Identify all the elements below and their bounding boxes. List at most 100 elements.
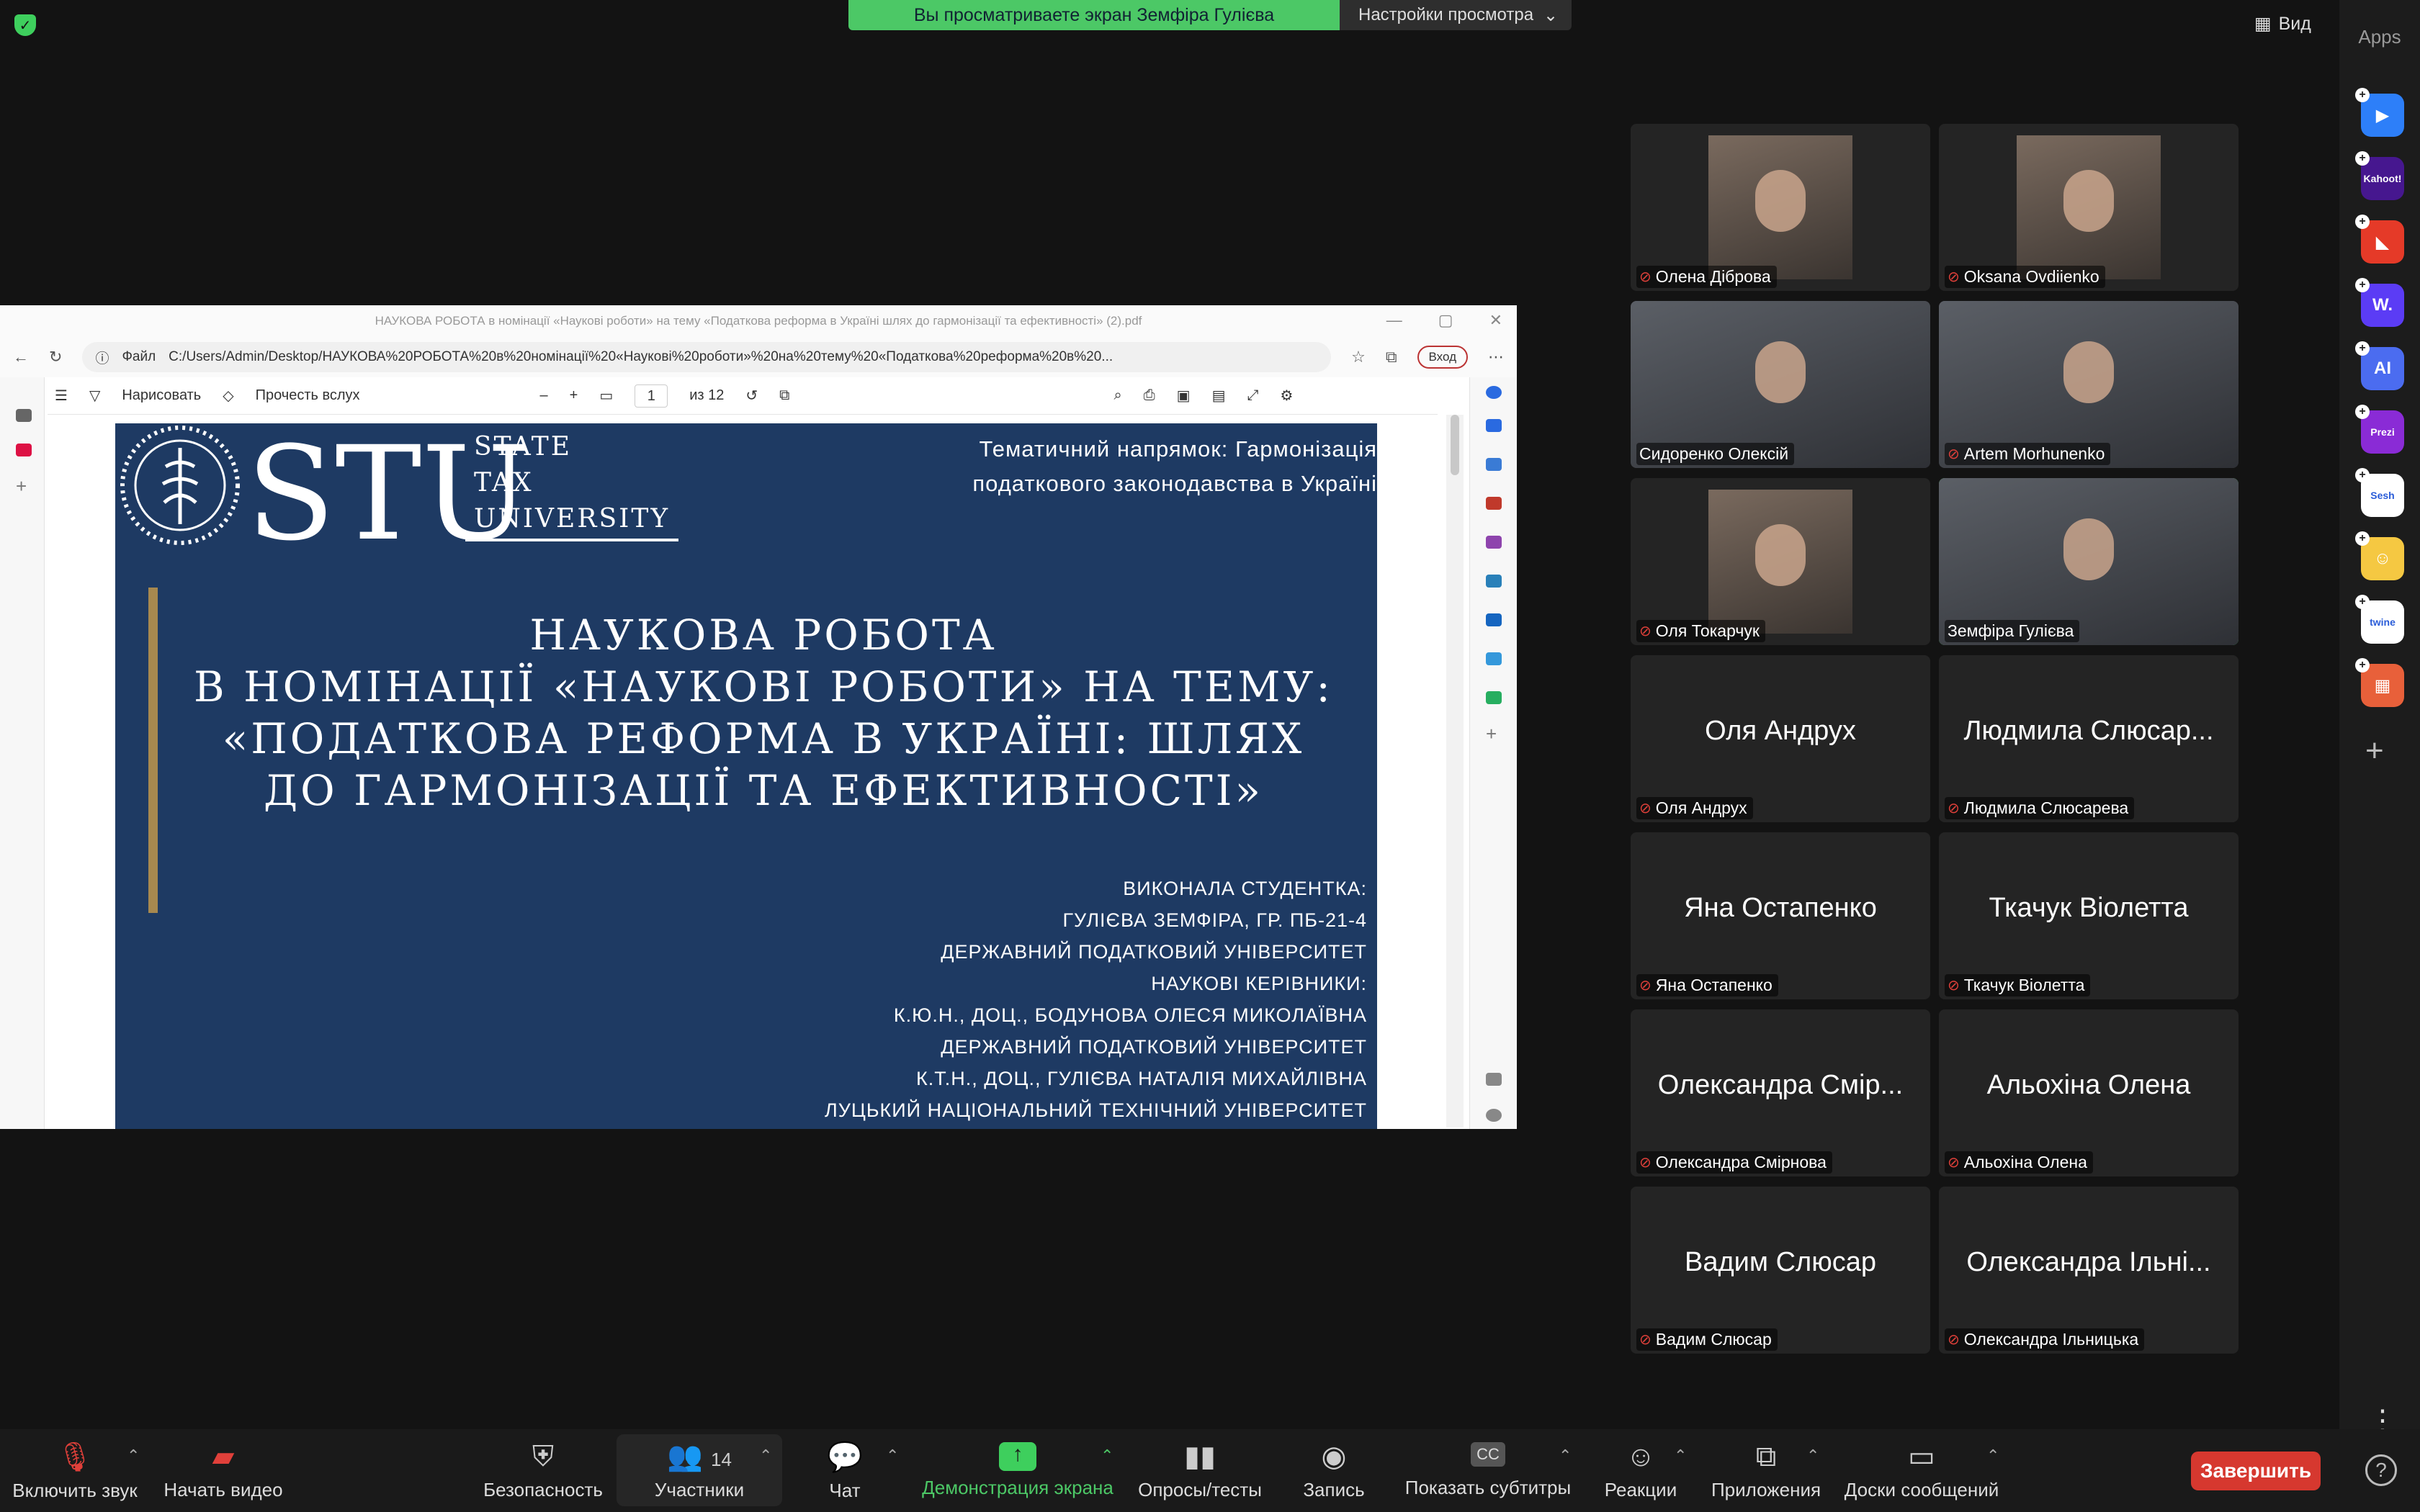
back-icon[interactable]: ← <box>13 348 29 366</box>
save-as-icon[interactable]: ▤ <box>1212 387 1226 405</box>
twine-app-icon[interactable]: + twine <box>2355 595 2404 644</box>
participant-tile[interactable]: ⊘ Oksana Ovdiienko <box>1939 124 2238 291</box>
participant-tile[interactable]: ⊘ Artem Morhunenko <box>1939 301 2238 468</box>
participant-tile[interactable]: Земфіра Гулієва <box>1939 478 2238 645</box>
participant-tile[interactable]: Олександра Смір... ⊘ Олександра Смірнова <box>1631 1009 1930 1176</box>
reactions-button[interactable]: ☺ Реакции <box>1590 1429 1691 1512</box>
prezi-app-icon[interactable]: + Prezi <box>2355 405 2404 454</box>
ai-app-app-icon[interactable]: + AI <box>2355 341 2404 390</box>
share-screen-button[interactable]: ↑ Демонстрация экрана <box>915 1429 1121 1512</box>
record-button[interactable]: ◉ Запись <box>1283 1429 1384 1512</box>
chat-button[interactable]: 💬 Чат <box>805 1429 884 1512</box>
view-options-dropdown[interactable]: Настройки просмотра ⌄ <box>1340 0 1572 30</box>
participants-chevron-icon[interactable]: ⌃ <box>759 1446 772 1465</box>
help-icon[interactable]: ? <box>2365 1454 2397 1486</box>
search-sidebar-icon[interactable] <box>1486 419 1502 432</box>
draw-button[interactable]: Нарисовать <box>122 387 201 404</box>
participant-tile[interactable]: ⊘ Олена Діброва <box>1631 124 1930 291</box>
page-number-input[interactable]: 1 <box>635 384 668 408</box>
favorites-icon[interactable]: ☆ <box>1351 348 1366 366</box>
tree-icon[interactable] <box>1486 691 1502 704</box>
reload-icon[interactable]: ↻ <box>49 348 62 366</box>
address-bar[interactable]: ⓘ Файл C:/Users/Admin/Desktop/НАУКОВА%20… <box>82 342 1332 372</box>
participant-tile[interactable]: Ткачук Віолетта ⊘ Ткачук Віолетта <box>1939 832 2238 999</box>
fullscreen-icon[interactable]: ⤢ <box>1247 387 1258 404</box>
emoji-app-app-icon[interactable]: + ☺ <box>2355 531 2404 580</box>
participant-tile[interactable]: Яна Остапенко ⊘ Яна Остапенко <box>1631 832 1930 999</box>
author-line: ВИКОНАЛА СТУДЕНТКА: <box>1123 878 1367 899</box>
sesh-app-icon[interactable]: + Sesh <box>2355 468 2404 517</box>
add-sidebar-app-icon[interactable]: + <box>1486 723 1497 745</box>
save-icon[interactable]: ▣ <box>1177 387 1191 405</box>
shopping-icon[interactable] <box>1486 458 1502 471</box>
audio-options-chevron-icon[interactable]: ⌃ <box>127 1446 140 1465</box>
reactions-chevron-icon[interactable]: ⌃ <box>1674 1446 1687 1465</box>
share-chevron-icon[interactable]: ⌃ <box>1101 1446 1113 1465</box>
settings-icon[interactable]: ⚙ <box>1280 387 1293 405</box>
participant-tile[interactable]: Альохіна Олена ⊘ Альохіна Олена <box>1939 1009 2238 1176</box>
contents-icon[interactable]: ☰ <box>55 387 68 405</box>
tabs-icon[interactable] <box>16 409 32 422</box>
outlook-icon[interactable] <box>1486 613 1502 626</box>
app-icon-label: twine <box>2370 616 2396 628</box>
highlight-icon[interactable]: ▽ <box>89 387 100 405</box>
wordwall-app-icon[interactable]: + W. <box>2355 278 2404 327</box>
bing-icon[interactable] <box>1486 386 1502 399</box>
whiteboards-button[interactable]: ▭ Доски сообщений <box>1835 1429 2008 1512</box>
participant-name: Сидоренко Олексій <box>1639 444 1789 463</box>
pitch-app-icon[interactable]: + ▶ <box>2355 88 2404 137</box>
participant-tile[interactable]: Олександра Ільні... ⊘ Олександра Ільницька <box>1939 1187 2238 1354</box>
print-icon[interactable]: ⎙ <box>1144 387 1155 404</box>
read-aloud-button[interactable]: Прочесть вслух <box>256 387 360 404</box>
kahoot-app-icon[interactable]: + Kahoot! <box>2355 151 2404 200</box>
maximize-icon[interactable]: ▢ <box>1438 311 1453 330</box>
login-button[interactable]: Вход <box>1417 346 1468 369</box>
unmute-button[interactable]: 🎙 Включить звук <box>10 1429 140 1512</box>
minimize-icon[interactable]: — <box>1386 311 1402 330</box>
chat-chevron-icon[interactable]: ⌃ <box>886 1446 899 1465</box>
search-icon[interactable]: ⌕ <box>1113 387 1121 404</box>
participants-button[interactable]: 👥 14 Участники <box>617 1434 782 1506</box>
sidebar-settings-icon[interactable] <box>1486 1109 1502 1122</box>
view-button[interactable]: ▦ Вид <box>2254 13 2311 35</box>
apps-button[interactable]: ⧉ Приложения <box>1708 1429 1824 1512</box>
scroll-thumb[interactable] <box>1451 415 1459 475</box>
start-video-button[interactable]: ▰ Начать видео <box>158 1429 288 1512</box>
participant-display-name: Олександра Смір... <box>1657 1070 1904 1100</box>
end-meeting-button[interactable]: Завершить <box>2191 1452 2321 1490</box>
rotate-icon[interactable]: ↺ <box>745 387 758 405</box>
apps-chevron-icon[interactable]: ⌃ <box>1806 1446 1819 1465</box>
page-view-icon[interactable]: ⧉ <box>779 387 789 404</box>
whiteboards-chevron-icon[interactable]: ⌃ <box>1986 1446 1999 1465</box>
person-silhouette <box>1755 341 1806 403</box>
fit-page-icon[interactable]: ▭ <box>599 387 613 405</box>
participant-tile[interactable]: Вадим Слюсар ⊘ Вадим Слюсар <box>1631 1187 1930 1354</box>
add-tab-icon[interactable]: + <box>16 475 27 498</box>
zoom-out-button[interactable]: – <box>540 387 548 404</box>
office-icon[interactable] <box>1486 575 1502 588</box>
collections-icon[interactable]: ⧉ <box>1386 348 1397 366</box>
polls-button[interactable]: ▮▮ Опросы/тесты <box>1128 1429 1272 1512</box>
security-button[interactable]: ⛨ Безопасность <box>478 1429 608 1512</box>
more-icon[interactable]: ⋯ <box>1488 348 1504 366</box>
games-icon[interactable] <box>1486 536 1502 549</box>
sidebar-toggle-icon[interactable] <box>1486 1073 1502 1086</box>
zoom-in-button[interactable]: + <box>570 387 578 404</box>
captions-button[interactable]: CC Показать субтитры <box>1400 1429 1576 1512</box>
close-icon[interactable]: ✕ <box>1489 311 1502 330</box>
participant-tile[interactable]: ⊘ Оля Токарчук <box>1631 478 1930 645</box>
multi-app-app-icon[interactable]: + ▦ <box>2355 658 2404 707</box>
participant-tile[interactable]: Людмила Слюсар... ⊘ Людмила Слюсарева <box>1939 655 2238 822</box>
pdf-scrollbar[interactable] <box>1446 415 1464 1128</box>
participant-tile[interactable]: Сидоренко Олексій <box>1631 301 1930 468</box>
pdf-tab-icon[interactable] <box>16 444 32 456</box>
participant-tile[interactable]: Оля Андрух ⊘ Оля Андрух <box>1631 655 1930 822</box>
security-shield-icon[interactable]: ✓ <box>14 14 36 36</box>
red-app-app-icon[interactable]: + ◣ <box>2355 215 2404 264</box>
send-icon[interactable] <box>1486 652 1502 665</box>
captions-chevron-icon[interactable]: ⌃ <box>1559 1446 1572 1465</box>
tools-icon[interactable] <box>1486 497 1502 510</box>
add-app-icon[interactable]: + <box>2365 733 2384 769</box>
heading-line: ДО ГАРМОНІЗАЦІЇ ТА ЕФЕКТИВНОСТІ» <box>263 766 1264 815</box>
eraser-icon[interactable]: ◇ <box>223 387 233 405</box>
